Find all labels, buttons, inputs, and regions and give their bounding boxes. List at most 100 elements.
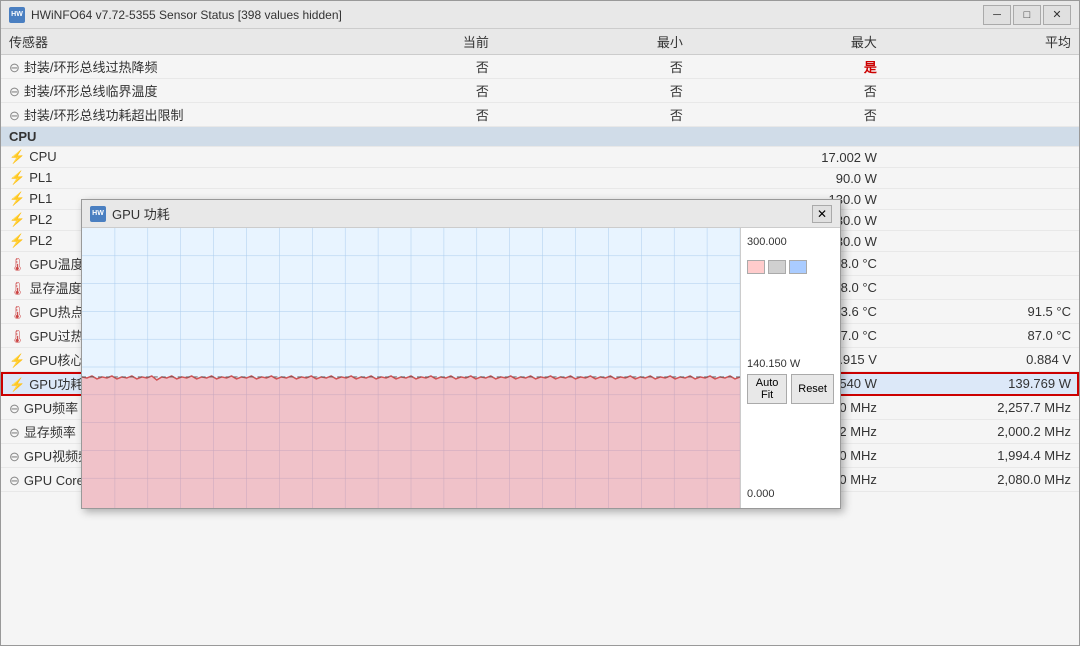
minus-icon: ⊖ [9, 84, 20, 99]
min-value [497, 168, 691, 189]
section-header: CPU [1, 127, 1079, 147]
sensor-label: ⚡PL1 [1, 168, 303, 189]
lightning-icon: ⚡ [9, 170, 25, 185]
max-value: 是 [691, 55, 885, 79]
gpu-power-chart: HW GPU 功耗 ✕ [81, 199, 841, 509]
col-sensor: 传感器 [1, 29, 303, 55]
max-value: 否 [691, 103, 885, 127]
avg-value [885, 168, 1079, 189]
chart-scale-mid: 140.150 W Auto Fit Reset [747, 358, 834, 404]
avg-value [885, 231, 1079, 252]
thermometer-icon: 🌡 [9, 329, 26, 344]
lightning-icon: ⚡ [9, 191, 25, 206]
lightning-icon: ⚡ [9, 377, 25, 392]
sensor-table-container: 传感器 当前 最小 最大 平均 ⊖封装/环形总线过热降频否否是⊖封装/环形总线临… [1, 29, 1079, 645]
avg-value: 0.884 V [885, 348, 1079, 372]
avg-value: 87.0 °C [885, 324, 1079, 348]
avg-value: 2,080.0 MHz [885, 468, 1079, 492]
scale-mid-label: 140.150 W [747, 358, 800, 370]
chart-body: 300.000 140.150 W Auto Fit Reset [82, 228, 840, 508]
close-button[interactable]: ✕ [1043, 5, 1071, 25]
avg-value [885, 252, 1079, 276]
chart-scale-top: 300.000 [747, 236, 834, 274]
chart-legend-colors [747, 260, 834, 274]
window-controls: ─ □ ✕ [983, 5, 1071, 25]
avg-value: 91.5 °C [885, 300, 1079, 324]
minus-icon: ⊖ [9, 449, 20, 464]
avg-value [885, 147, 1079, 168]
lightning-icon: ⚡ [9, 233, 25, 248]
current-value [303, 147, 497, 168]
sensor-label: ⊖封装/环形总线临界温度 [1, 79, 303, 103]
minus-icon: ⊖ [9, 425, 20, 440]
lightning-icon: ⚡ [9, 353, 25, 368]
minus-icon: ⊖ [9, 108, 20, 123]
avg-value: 2,000.2 MHz [885, 420, 1079, 444]
sensor-label: ⊖封装/环形总线功耗超出限制 [1, 103, 303, 127]
avg-value: 1,994.4 MHz [885, 444, 1079, 468]
minus-icon: ⊖ [9, 473, 20, 488]
table-row[interactable]: ⚡PL1 90.0 W [1, 168, 1079, 189]
avg-value [885, 189, 1079, 210]
maximize-button[interactable]: □ [1013, 5, 1041, 25]
col-min: 最小 [497, 29, 691, 55]
sensor-label: ⚡CPU [1, 147, 303, 168]
min-value: 否 [497, 103, 691, 127]
color-box-blue[interactable] [789, 260, 807, 274]
max-red-value: 是 [864, 60, 877, 75]
lightning-icon: ⚡ [9, 149, 25, 164]
chart-title: GPU 功耗 [112, 204, 812, 223]
chart-app-icon: HW [90, 206, 106, 222]
chart-close-button[interactable]: ✕ [812, 205, 832, 223]
avg-value [885, 210, 1079, 231]
chart-action-buttons: Auto Fit Reset [747, 374, 834, 404]
title-bar: HW HWiNFO64 v7.72-5355 Sensor Status [39… [1, 1, 1079, 29]
min-value: 否 [497, 55, 691, 79]
table-row[interactable]: ⊖封装/环形总线过热降频否否是 [1, 55, 1079, 79]
max-value: 否 [691, 79, 885, 103]
avg-value: 139.769 W [885, 372, 1079, 396]
thermometer-icon: 🌡 [9, 281, 26, 296]
col-max: 最大 [691, 29, 885, 55]
col-current: 当前 [303, 29, 497, 55]
avg-value [885, 103, 1079, 127]
current-value [303, 168, 497, 189]
min-value [497, 147, 691, 168]
table-row[interactable]: CPU [1, 127, 1079, 147]
current-value: 否 [303, 55, 497, 79]
thermometer-icon: 🌡 [9, 305, 26, 320]
chart-svg [82, 228, 740, 508]
max-value: 90.0 W [691, 168, 885, 189]
minimize-button[interactable]: ─ [983, 5, 1011, 25]
chart-scale-bottom: 0.000 [747, 488, 834, 500]
reset-button[interactable]: Reset [791, 374, 834, 404]
color-box-red[interactable] [747, 260, 765, 274]
current-value: 否 [303, 103, 497, 127]
window-title: HWiNFO64 v7.72-5355 Sensor Status [398 v… [31, 8, 983, 22]
chart-sidebar: 300.000 140.150 W Auto Fit Reset [740, 228, 840, 508]
min-value: 否 [497, 79, 691, 103]
table-row[interactable]: ⊖封装/环形总线功耗超出限制否否否 [1, 103, 1079, 127]
minus-icon: ⊖ [9, 401, 20, 416]
chart-area [82, 228, 740, 508]
app-icon: HW [9, 7, 25, 23]
lightning-icon: ⚡ [9, 212, 25, 227]
current-value: 否 [303, 79, 497, 103]
chart-title-bar: HW GPU 功耗 ✕ [82, 200, 840, 228]
avg-value [885, 55, 1079, 79]
avg-value [885, 276, 1079, 300]
max-value: 17.002 W [691, 147, 885, 168]
avg-value [885, 79, 1079, 103]
table-row[interactable]: ⊖封装/环形总线临界温度否否否 [1, 79, 1079, 103]
thermometer-icon: 🌡 [9, 257, 26, 272]
table-row[interactable]: ⚡CPU 17.002 W [1, 147, 1079, 168]
avg-value: 2,257.7 MHz [885, 396, 1079, 420]
scale-bottom-label: 0.000 [747, 488, 775, 500]
minus-icon: ⊖ [9, 60, 20, 75]
sensor-label: ⊖封装/环形总线过热降频 [1, 55, 303, 79]
color-box-gray[interactable] [768, 260, 786, 274]
col-avg: 平均 [885, 29, 1079, 55]
main-window: HW HWiNFO64 v7.72-5355 Sensor Status [39… [0, 0, 1080, 646]
auto-fit-button[interactable]: Auto Fit [747, 374, 787, 404]
scale-top-label: 300.000 [747, 236, 834, 248]
